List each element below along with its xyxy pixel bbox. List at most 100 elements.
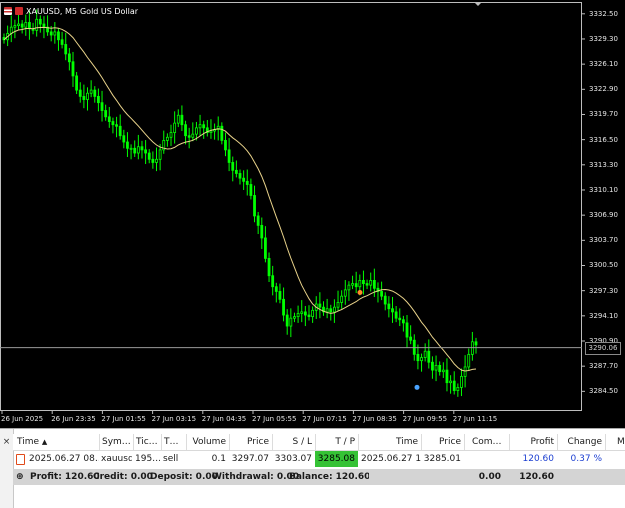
summary-credit: Credit: 0.00 [93,472,153,482]
candle-body [245,180,249,185]
candle-body [9,26,13,34]
col-ticket-header[interactable]: Tic… [133,434,162,450]
x-tick-label: 27 Jun 11:15 [452,415,498,423]
candle-body [372,280,376,289]
x-tick-label: 26 Jun 2025 [1,415,44,423]
trade-open-price: 3297.07 [231,454,269,464]
candle-body [89,89,93,94]
summary-profit-value: 120.60 [519,472,554,482]
candle-body [104,110,108,118]
col-price-header[interactable]: Price [229,434,273,450]
candle-body [220,125,224,141]
candle-body [394,311,398,319]
trade-take-profit[interactable]: 3285.08 [315,451,358,467]
chart-symbol: XAUUSD, M5 [26,6,77,16]
candle-body [82,95,86,100]
candle-body [78,89,82,97]
candle-body [441,369,445,373]
candle-body [158,149,162,160]
trade-ticket: 195… [135,454,160,464]
candle-body [332,306,336,313]
candle-body [365,283,369,286]
col-change-header[interactable]: Change [557,434,606,450]
candle-body [227,149,231,163]
trade-volume: 0.1 [211,454,226,464]
chart-canvas[interactable] [0,0,625,428]
trade-profit: 120.60 [522,454,555,464]
candle-body [311,309,315,318]
col-time-header[interactable]: Time ▲ [13,434,100,450]
plot-frame [0,2,582,411]
price-chart[interactable]: XAUUSD, M5 Gold US Dollar 3332.50 3329.30… [0,0,625,428]
candle-body [224,140,227,151]
candle-body [296,313,300,318]
candle-body [336,302,340,308]
candle-body [380,291,384,297]
balance-summary-row: ⊕ Profit: 120.60 Credit: 0.00 Deposit: 0… [13,469,625,485]
trade-commission [464,451,501,467]
candle-body [343,289,347,297]
trade-exit-arrow[interactable] [414,384,420,390]
candle-body [358,280,362,288]
candle-body [198,124,202,129]
col-extra-header[interactable]: M [617,434,625,450]
chart-caption: XAUUSD, M5 Gold US Dollar [4,5,138,17]
candle-body [20,23,24,28]
expand-icon[interactable]: ⊕ [16,469,27,485]
candle-body [38,18,42,25]
col-tp-header[interactable]: T / P [315,434,359,450]
sort-ascending-icon: ▲ [41,438,48,446]
candle-body [427,350,431,363]
col-type-header[interactable]: T… [161,434,187,450]
x-tick-label: 27 Jun 04:35 [201,415,247,423]
candle-body [111,121,115,126]
sell-entry-arrow[interactable] [357,289,363,295]
y-tick-label: 3294.10 [589,311,618,320]
candle-body [289,317,293,327]
moving-average-line [3,26,477,372]
candle-body [202,124,206,129]
trade-stop-loss[interactable]: 3303.07 [272,451,315,467]
summary-balance: Balance: 120.60 [289,472,369,482]
candle-body [278,291,282,300]
col-symbol-header[interactable]: Sym… [99,434,134,450]
col-close-time-header[interactable]: Time [358,434,422,450]
candle-body [231,162,235,171]
candle-body [456,387,460,391]
candle-body [249,184,253,196]
candle-body [423,350,427,358]
candle-body [93,89,97,97]
candle-body [431,361,434,371]
candle-body [115,124,118,127]
trade-time: 2025.06.27 08… [29,454,99,464]
candle-body [155,158,158,163]
candle-body [122,135,126,143]
candle-body [195,127,198,135]
x-tick-label: 27 Jun 05:55 [252,415,297,423]
candle-body [75,75,79,91]
col-close-price-header[interactable]: Price [421,434,465,450]
candle-body [282,298,285,316]
summary-commission: 0.00 [478,472,501,482]
candle-body [274,286,278,292]
candle-body [176,114,180,124]
candle-body [118,125,122,137]
col-volume-header[interactable]: Volume [186,434,230,450]
candle-body [136,146,140,154]
candle-body [318,303,322,308]
y-tick-label: 3300.50 [589,261,618,270]
col-sl-header[interactable]: S / L [272,434,316,450]
close-icon[interactable]: × [0,429,14,508]
x-tick-label: 27 Jun 03:15 [151,415,197,423]
candle-body [140,146,144,151]
candle-body [351,283,354,286]
col-profit-header[interactable]: Profit [504,434,558,450]
y-tick-label: 3284.50 [589,387,618,396]
flag-usa-icon [4,7,12,15]
candle-body [165,136,169,141]
toolbox-trade-panel[interactable]: × Time ▲ Sym… Tic… T… Volume Price S / L… [0,428,625,508]
candle-body [303,311,307,316]
trade-row[interactable]: 2025.06.27 08… xauusd 195… sell 0.1 3297… [13,451,625,467]
y-tick-label: 3316.50 [589,135,618,144]
candle-body [463,366,467,377]
